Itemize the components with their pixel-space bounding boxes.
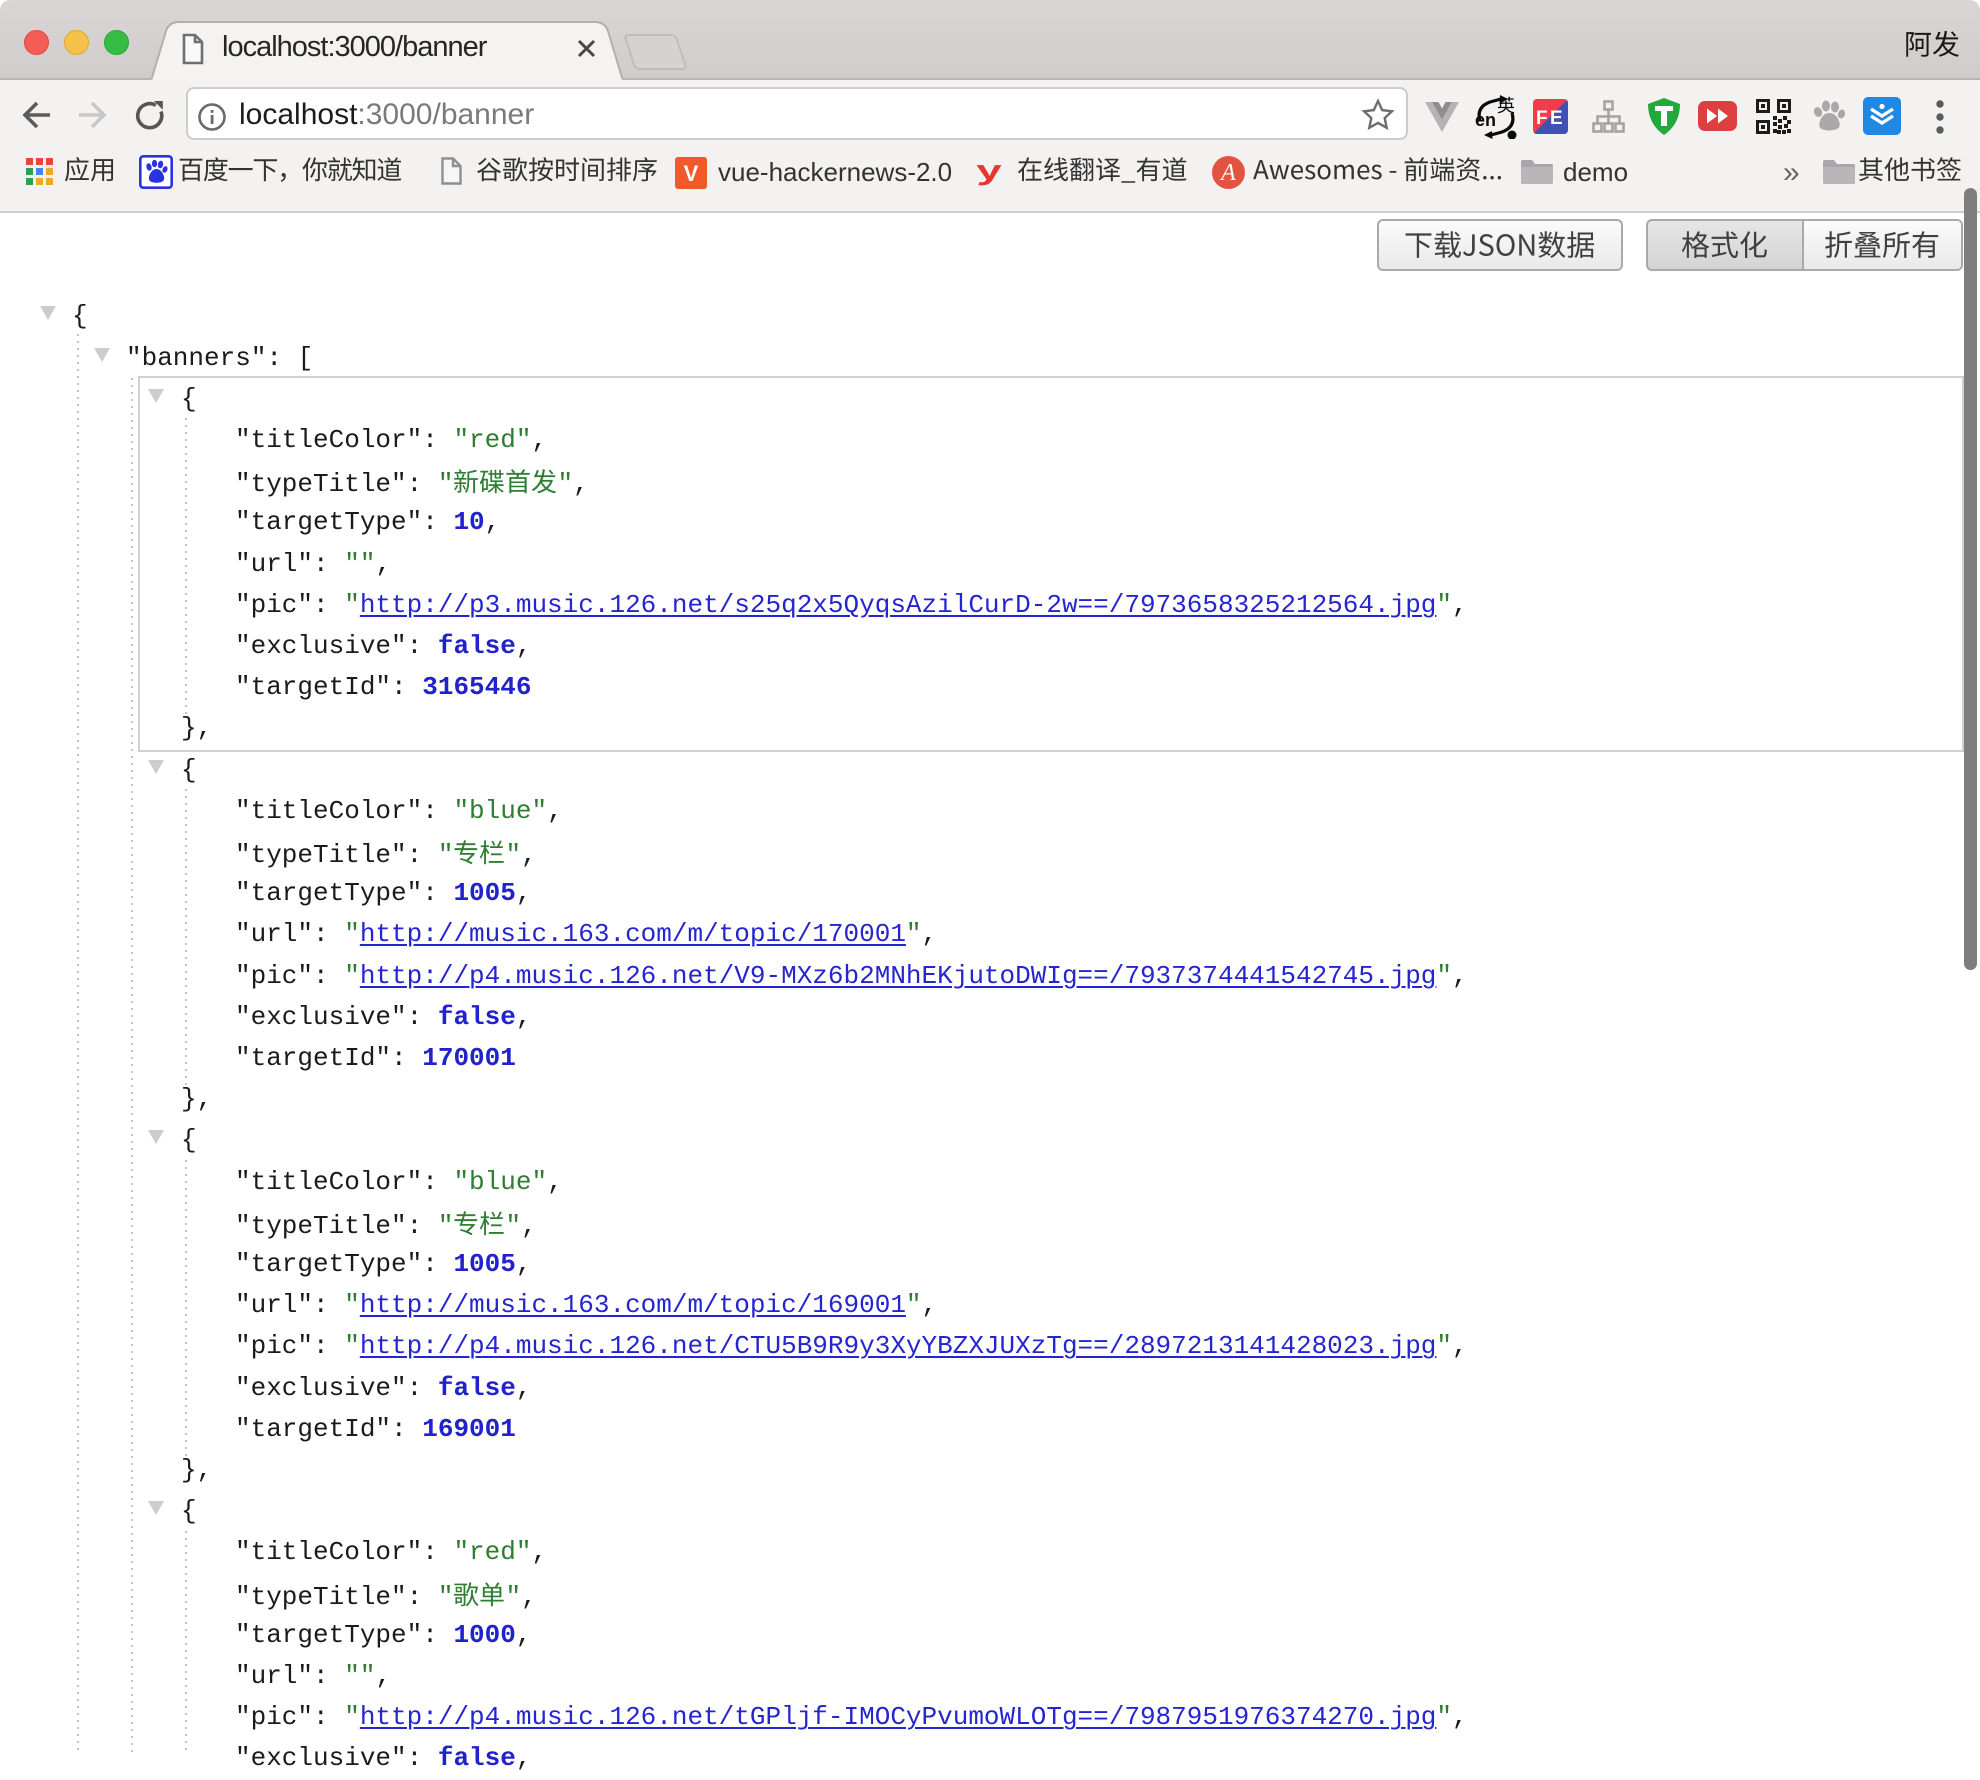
- svg-text:F: F: [1536, 108, 1548, 129]
- svg-text:V: V: [684, 161, 699, 186]
- svg-text:A: A: [1219, 160, 1236, 186]
- svg-text:E: E: [1550, 108, 1563, 129]
